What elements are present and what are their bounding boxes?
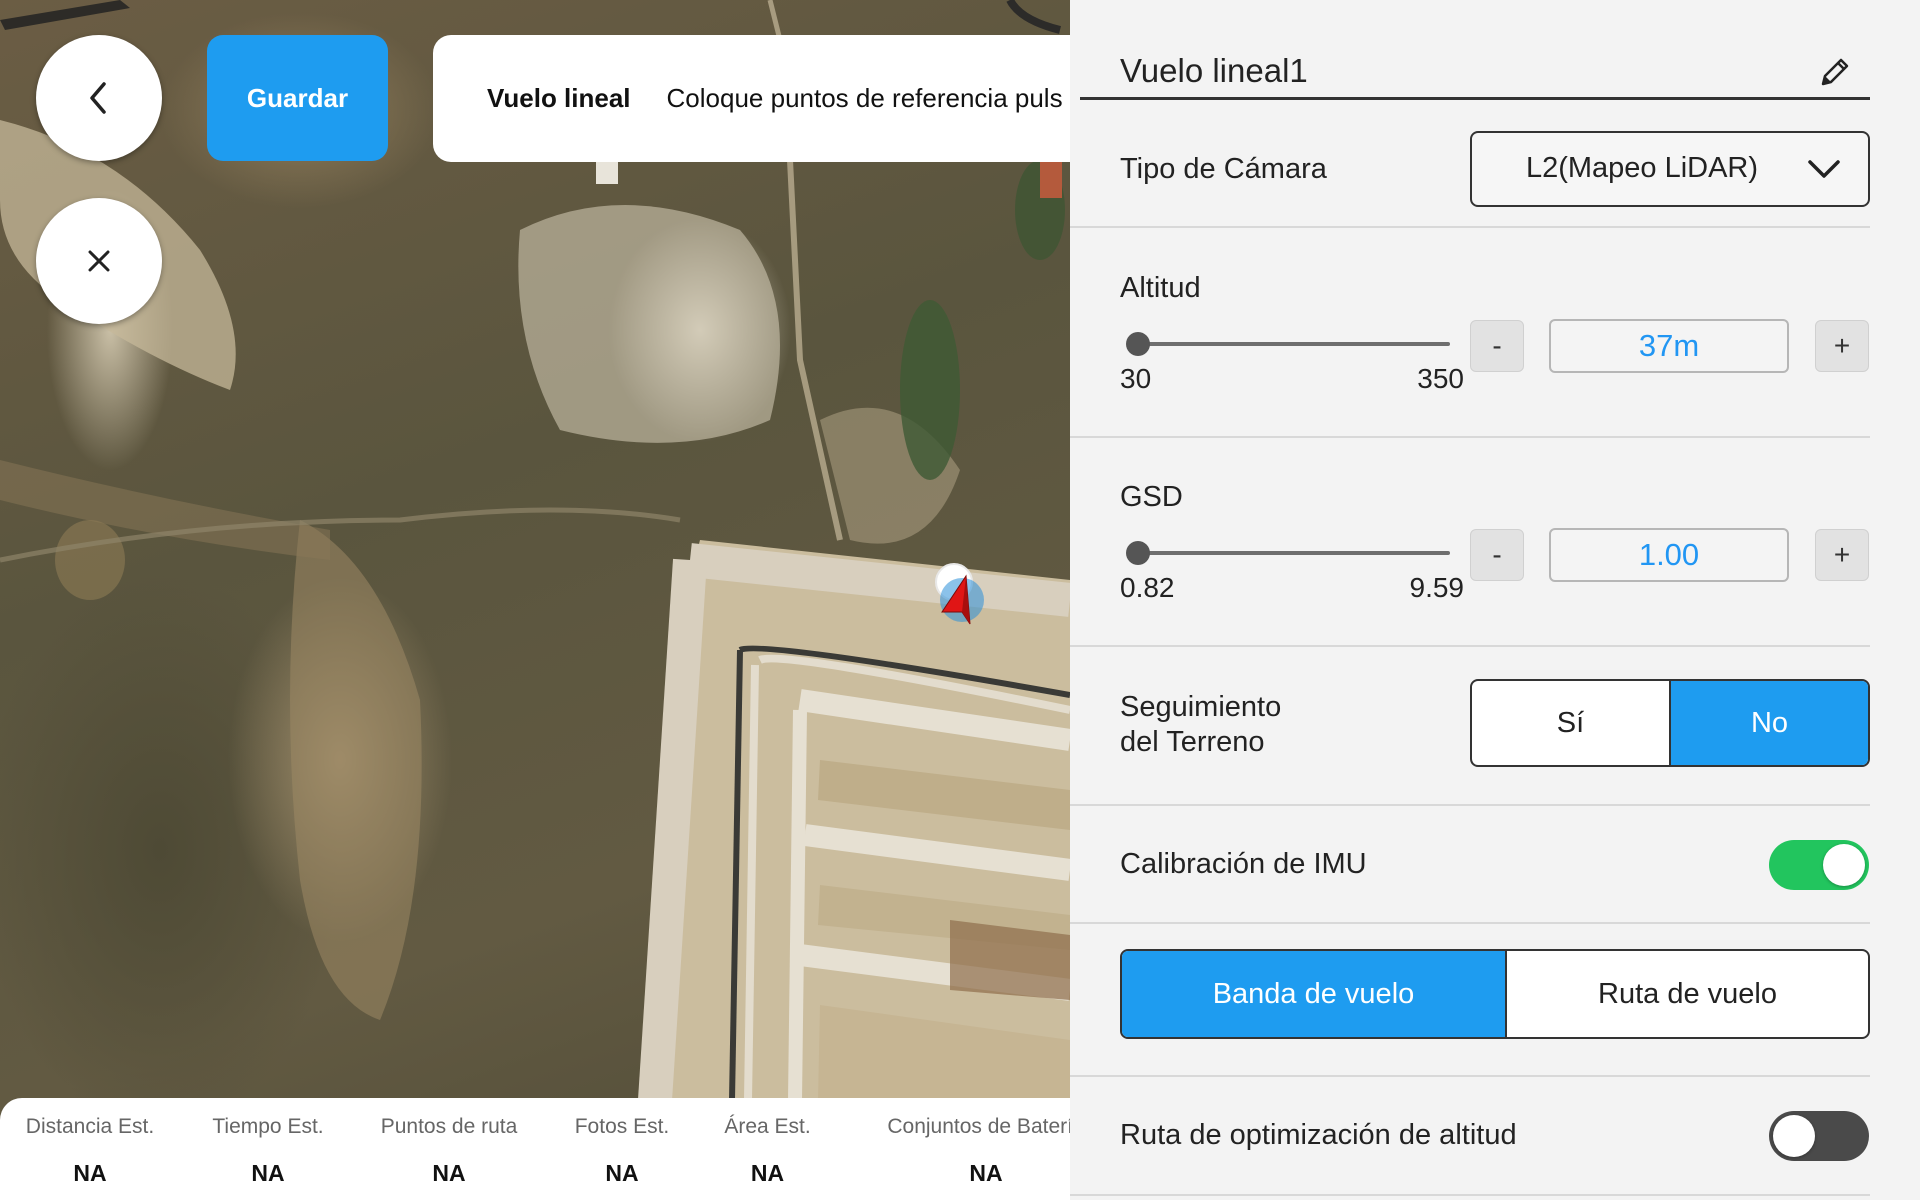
camera-type-value: L2(Mapeo LiDAR) <box>1525 152 1759 184</box>
altitude-increase-button[interactable]: + <box>1815 320 1869 372</box>
altitude-input[interactable]: 37m <box>1549 319 1789 373</box>
gsd-max: 9.59 <box>1409 572 1465 603</box>
edit-pencil-icon[interactable] <box>1817 54 1853 90</box>
gsd-label: GSD <box>1120 481 1183 513</box>
stat-label: Puntos de ruta <box>380 1115 518 1138</box>
stat-label: Conjuntos de Batería <box>887 1115 1070 1138</box>
stat-value: NA <box>251 1160 285 1186</box>
close-icon <box>88 250 110 272</box>
settings-panel: Vuelo lineal1 Tipo de Cámara L2(Mapeo Li… <box>1070 0 1920 1200</box>
camera-type-select[interactable]: L2(Mapeo LiDAR) <box>1470 131 1870 207</box>
flight-mode-toggle[interactable]: Banda de vuelo Ruta de vuelo <box>1120 949 1870 1039</box>
altitude-label: Altitud <box>1120 272 1201 304</box>
divider <box>1070 922 1870 924</box>
terrain-follow-toggle[interactable]: Sí No <box>1470 679 1870 767</box>
chevron-left-icon <box>90 82 106 114</box>
mission-instructions: Coloque puntos de referencia puls <box>666 83 1063 113</box>
gsd-min: 0.82 <box>1120 572 1175 603</box>
altitude-decrease-button[interactable]: - <box>1470 320 1524 372</box>
stat-label: Tiempo Est. <box>212 1115 324 1138</box>
gsd-slider[interactable] <box>1126 539 1450 569</box>
stat-label: Distancia Est. <box>25 1115 155 1138</box>
terrain-follow-label-line1: Seguimiento <box>1120 691 1282 723</box>
altitude-optimization-toggle[interactable] <box>1769 1111 1869 1161</box>
stat-value: NA <box>73 1160 107 1186</box>
terrain-follow-label: Seguimiento del Terreno <box>1120 690 1281 760</box>
stat-time: Tiempo Est. NA <box>180 1098 356 1200</box>
stat-value: NA <box>605 1160 639 1186</box>
stat-value: NA <box>432 1160 466 1186</box>
slider-thumb[interactable] <box>1126 541 1151 565</box>
terrain-follow-no[interactable]: No <box>1671 681 1868 765</box>
divider <box>1070 226 1870 228</box>
stat-value: NA <box>969 1160 1003 1186</box>
toggle-knob <box>1823 844 1865 886</box>
slider-thumb[interactable] <box>1126 332 1151 356</box>
slider-track <box>1130 342 1450 346</box>
imu-calibration-toggle[interactable] <box>1769 840 1869 890</box>
divider <box>1070 1194 1870 1196</box>
save-button[interactable]: Guardar <box>207 35 388 161</box>
gsd-decrease-button[interactable]: - <box>1470 529 1524 581</box>
camera-type-label: Tipo de Cámara <box>1120 153 1327 185</box>
divider <box>1070 1075 1870 1077</box>
altitude-max: 350 <box>1417 363 1464 394</box>
divider <box>1070 804 1870 806</box>
flight-band-option[interactable]: Banda de vuelo <box>1122 951 1507 1037</box>
slider-track <box>1130 551 1450 555</box>
mission-info-bar: Vuelo lineal Coloque puntos de referenci… <box>433 35 1070 162</box>
map-view[interactable]: Guardar Vuelo lineal Coloque puntos de r… <box>0 0 1070 1200</box>
altitude-min: 30 <box>1120 363 1152 394</box>
stat-batteries: Conjuntos de Batería NA <box>856 1098 1070 1200</box>
flight-route-option[interactable]: Ruta de vuelo <box>1507 951 1868 1037</box>
back-button[interactable] <box>36 35 162 161</box>
divider <box>1070 645 1870 647</box>
stat-label: Fotos Est. <box>574 1115 670 1138</box>
stat-distance: Distancia Est. NA <box>0 1098 180 1200</box>
aircraft-location-icon <box>935 563 984 625</box>
mission-stats-bar: Distancia Est. NA Tiempo Est. NA Puntos … <box>0 1098 1070 1200</box>
chevron-down-icon <box>1808 160 1840 178</box>
mission-type-title: Vuelo lineal <box>487 83 631 113</box>
divider <box>1070 436 1870 438</box>
imu-calibration-label: Calibración de IMU <box>1120 848 1367 880</box>
altitude-optimization-label: Ruta de optimización de altitud <box>1120 1119 1517 1151</box>
altitude-slider[interactable] <box>1126 330 1450 360</box>
satellite-terrain <box>0 0 1070 1102</box>
gsd-increase-button[interactable]: + <box>1815 529 1869 581</box>
gsd-input[interactable]: 1.00 <box>1549 528 1789 582</box>
stat-waypoints: Puntos de ruta NA <box>360 1098 538 1200</box>
terrain-follow-label-line2: del Terreno <box>1120 726 1265 758</box>
toggle-knob <box>1773 1115 1815 1157</box>
stat-photos: Fotos Est. NA <box>552 1098 692 1200</box>
route-name[interactable]: Vuelo lineal1 <box>1120 52 1308 90</box>
terrain-follow-yes[interactable]: Sí <box>1472 681 1671 765</box>
close-button[interactable] <box>36 198 162 324</box>
route-name-underline <box>1080 97 1870 100</box>
stat-area: Área Est. NA <box>705 1098 830 1200</box>
stat-label: Área Est. <box>724 1115 811 1138</box>
stat-value: NA <box>750 1160 785 1186</box>
